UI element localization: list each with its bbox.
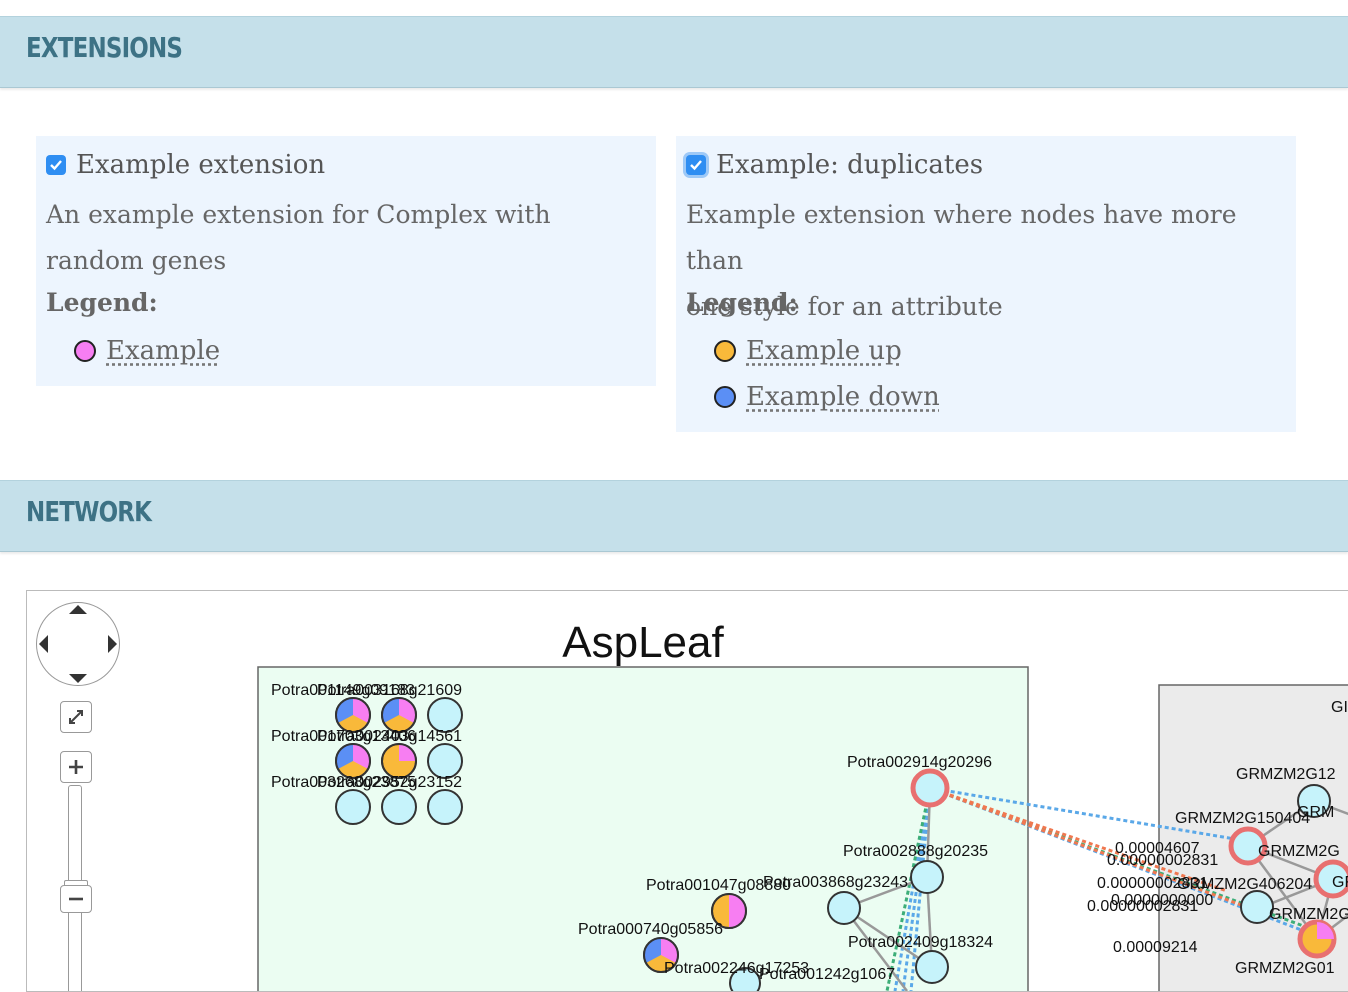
gene-node[interactable] [827,891,861,925]
network-group-title: AspLeaf [562,618,724,667]
extensions-section-header: EXTENSIONS [0,16,1348,88]
node-label: GF [1332,874,1348,891]
extension-name: Example: duplicates [716,150,984,180]
network-section-header: NETWORK [0,480,1348,552]
node-grid[interactable] [335,697,463,825]
legend-item-label: Example up [746,336,902,366]
legend-item-example[interactable]: Example [74,336,220,366]
node-label: Potra002403g14561 [317,728,462,745]
extension-checkbox[interactable] [686,155,706,175]
extension-card-duplicates: Example: duplicates Example extension wh… [676,136,1296,432]
edge-label: 0.00009214 [1113,939,1198,956]
pie-node[interactable] [381,743,417,779]
node-label: Potra000740g05856 [578,921,723,938]
gene-node[interactable] [427,743,463,779]
legend-item-example-down[interactable]: Example down [714,382,940,412]
pie-node[interactable] [335,743,371,779]
extension-checkbox[interactable] [46,155,66,175]
legend-heading: Legend: [46,288,158,317]
edge-label: 0.00000002831 [1087,898,1198,915]
extension-description: An example extension for Complex with ra… [46,200,551,275]
grid-labels: Potra001149g09183 Potra003168g21609 Potr… [271,682,462,791]
node-label: GRMZM2G01 [1235,960,1335,977]
node-label: Potra002888g20235 [843,843,988,860]
node-label: Potra003868g23243 [763,874,908,891]
checkmark-icon [50,160,62,171]
gene-node[interactable] [335,789,371,825]
gene-node[interactable] [427,697,463,733]
legend-heading: Legend: [686,288,798,317]
network-canvas[interactable]: AspLeaf Potra001149g09183 Potra003168g21… [26,590,1348,992]
network-title: NETWORK [26,495,152,528]
node-label: Potra003168g21609 [317,682,462,699]
node-label: GRM [1297,804,1334,821]
gene-node[interactable] [427,789,463,825]
node-label: Potra002409g18324 [848,934,993,951]
checkmark-icon [690,160,702,171]
network-graph[interactable]: AspLeaf Potra001149g09183 Potra003168g21… [27,591,1348,991]
node-label: Potra002914g20296 [847,754,992,771]
pie-node[interactable] [381,697,417,733]
legend-color-dot [714,386,736,408]
legend-item-label: Example [106,336,221,366]
node-label: GRMZM2G150404 [1175,810,1310,827]
extensions-title: EXTENSIONS [26,31,183,64]
gene-node[interactable] [910,860,944,894]
gene-node[interactable] [915,950,949,984]
hub-node[interactable] [910,768,950,808]
node-label: Potra002952g23152 [317,774,462,791]
legend-color-dot [74,340,96,362]
node-label: GI [1331,699,1348,716]
legend-color-dot [714,340,736,362]
legend-item-example-up[interactable]: Example up [714,336,902,366]
extension-name: Example extension [76,150,326,180]
pie-node[interactable] [335,697,371,733]
gene-node[interactable] [381,789,417,825]
edge-label: 0.00000002831 [1097,875,1208,892]
pie-node[interactable] [1297,919,1337,959]
node-label: Potra001242g1067 [759,966,895,983]
legend-item-label: Example down [746,382,940,412]
extension-card-example: Example extension An example extension f… [36,136,656,386]
node-label: GRMZM2G [1258,843,1340,860]
edge-label: 0.00000002831 [1107,852,1218,869]
node-label: GRMZM2G1 [1269,906,1348,923]
node-label: GRMZM2G12 [1236,766,1336,783]
